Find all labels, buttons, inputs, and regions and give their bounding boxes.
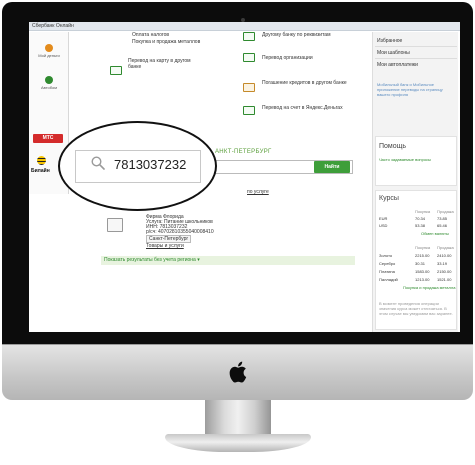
- metals-header: Покупка Продажа: [379, 245, 457, 251]
- bank-transfer-icon: [243, 32, 255, 41]
- provider-label: Мой деньги: [38, 53, 60, 58]
- exchange-link[interactable]: Обмен валюты: [421, 231, 449, 236]
- provider-label: Автобом: [41, 85, 57, 90]
- divider: [375, 58, 457, 59]
- organization-icon: [243, 53, 255, 62]
- metal-sell: 33.19: [437, 261, 448, 266]
- region-title: АНКТ-ПЕТЕРБУРГ: [215, 149, 272, 155]
- rate-buy: 70.34: [415, 216, 426, 221]
- help-title: Помощь: [379, 143, 407, 150]
- exchange-row: Обмен валюты: [379, 231, 457, 237]
- sidebar-item-autopayments[interactable]: Мои автоплатежи: [377, 62, 418, 68]
- metal-row: Серебро 30.31 33.19: [379, 261, 457, 267]
- currency-code: USD: [379, 223, 388, 228]
- stand-neck: [205, 400, 271, 436]
- browser-tab[interactable]: Сбербанк Онлайн: [32, 23, 74, 29]
- rates-title: Курсы: [379, 195, 399, 202]
- org-transfer-link[interactable]: Перевод организации: [262, 55, 313, 61]
- provider-yandex-money[interactable]: Мой деньги: [31, 44, 67, 58]
- yandex-transfer-link[interactable]: Перевод на счет в Яндекс.Деньгах: [262, 105, 354, 111]
- rates-header: Покупка Продажа: [379, 209, 457, 215]
- metal-sell: 2150.00: [437, 269, 452, 274]
- credit-icon: [243, 83, 255, 92]
- show-all-regions-label: Показать результаты без учета региона: [104, 257, 196, 263]
- sell-header: Продажа: [437, 245, 454, 250]
- result-card[interactable]: Фирма Флорида Услуга: Питание школьников…: [101, 208, 299, 252]
- search-icon: [91, 156, 105, 170]
- metal-buy: 1213.00: [415, 277, 430, 282]
- buy-header: Покупка: [415, 209, 431, 214]
- metal-buy: 2215.00: [415, 253, 430, 258]
- yandex-wallet-icon: [243, 106, 255, 115]
- metal-row: Золото 2215.00 2410.00: [379, 253, 457, 259]
- metal-sell: 2410.00: [437, 253, 452, 258]
- goods-services-link[interactable]: Товары и услуги: [146, 243, 184, 249]
- apple-logo-icon: [229, 361, 247, 383]
- metal-name: Платина: [379, 269, 395, 274]
- beeline-logo-icon: [37, 156, 46, 165]
- show-all-regions-link[interactable]: Показать результаты без учета региона ▾: [101, 256, 355, 265]
- rate-sell: 65.46: [437, 223, 448, 228]
- credit-repayment-link[interactable]: Погашение кредитов в другом банке: [262, 80, 366, 86]
- browser-tab-bar: Сбербанк Онлайн: [29, 22, 460, 31]
- search-query-text: 7813037232: [114, 157, 187, 172]
- metals-link-row: Покупка и продажа металла: [379, 285, 457, 291]
- rates-disclaimer: В момент проведения операции значения ку…: [379, 301, 453, 316]
- find-button[interactable]: Найти: [314, 161, 350, 173]
- result-city-select[interactable]: Санкт-Петербург: [146, 235, 192, 243]
- metals-trade-link[interactable]: Покупка и продажа металла: [403, 285, 455, 290]
- provider-mts[interactable]: МТС: [33, 134, 63, 143]
- stand-foot: [165, 434, 311, 452]
- rates-panel: Курсы Покупка Продажа EUR 70.34 73.85 US…: [375, 190, 457, 330]
- wallet-icon: [45, 44, 53, 52]
- metal-name: Золото: [379, 253, 393, 258]
- search-by-service-link[interactable]: по услуге: [247, 189, 269, 195]
- metal-buy: 30.31: [415, 261, 426, 266]
- card-transfer-link[interactable]: Перевод на карту в другом банке: [128, 58, 196, 70]
- metal-row: Платина 1583.00 2150.00: [379, 269, 457, 275]
- divider: [375, 46, 457, 47]
- currency-code: EUR: [379, 216, 388, 221]
- provider-avtobom[interactable]: Автобом: [31, 76, 67, 90]
- rate-buy: 53.38: [415, 223, 426, 228]
- buy-header: Покупка: [415, 245, 431, 250]
- car-icon: [45, 76, 53, 84]
- faq-link[interactable]: Часто задаваемые вопросы: [379, 157, 439, 162]
- sidebar-item-templates[interactable]: Мои шаблоны: [377, 50, 410, 56]
- help-panel: Помощь Часто задаваемые вопросы: [375, 136, 457, 186]
- metal-row: Палладий 1213.00 1521.00: [379, 277, 457, 283]
- rate-row: USD 53.38 65.46: [379, 223, 457, 229]
- metal-buy: 1583.00: [415, 269, 430, 274]
- promo-text[interactable]: Мобильный банк и Мобильное приложение пе…: [377, 82, 455, 97]
- taxes-link[interactable]: Оплата налогов: [132, 32, 169, 38]
- sell-header: Продажа: [437, 209, 454, 214]
- metal-sell: 1521.00: [437, 277, 452, 282]
- metal-name: Палладий: [379, 277, 398, 282]
- rate-sell: 73.85: [437, 216, 448, 221]
- sidebar-item-favorites[interactable]: Избранное: [377, 38, 402, 44]
- metals-link[interactable]: Покупка и продажа металлов: [132, 39, 200, 45]
- right-sidebar: Избранное Мои шаблоны Мои автоплатежи Мо…: [372, 32, 458, 332]
- imac-mockup: Сбербанк Онлайн Мой деньги Автобом МТС Б…: [0, 0, 475, 465]
- rate-row: EUR 70.34 73.85: [379, 216, 457, 222]
- metal-name: Серебро: [379, 261, 396, 266]
- card-transfer-icon: [110, 66, 122, 75]
- document-icon: [107, 218, 123, 232]
- requisites-transfer-link[interactable]: Другому банку по реквизитам: [262, 32, 366, 38]
